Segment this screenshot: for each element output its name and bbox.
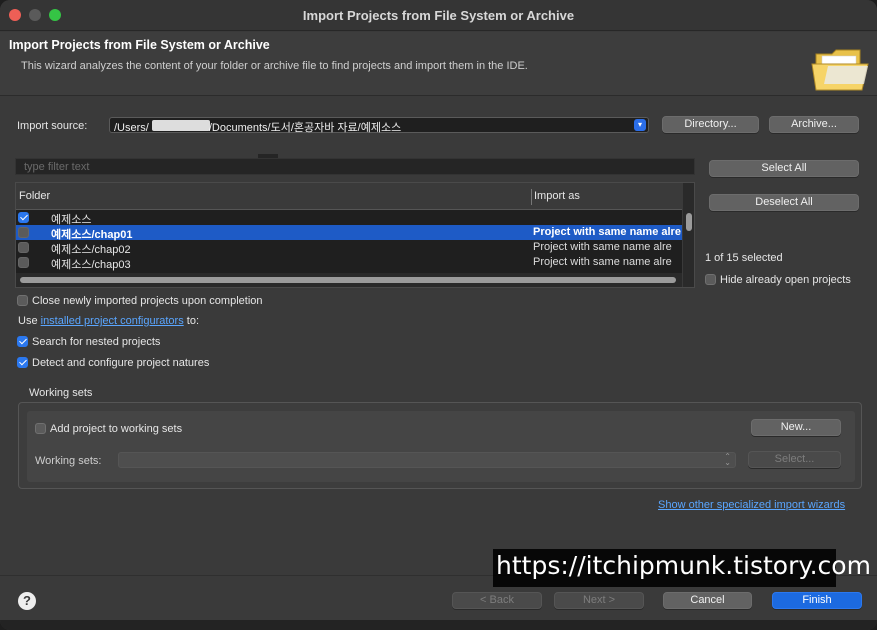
column-header-folder[interactable]: Folder [19, 190, 50, 202]
chevron-down-icon[interactable]: ▾ [634, 119, 646, 131]
horizontal-scroll-thumb[interactable] [20, 277, 676, 283]
row-checkbox[interactable] [18, 227, 29, 238]
select-all-button[interactable]: Select All [709, 160, 859, 177]
working-sets-group [18, 402, 862, 489]
detect-natures-label[interactable]: Detect and configure project natures [32, 357, 209, 369]
installed-configurators-link[interactable]: installed project configurators [41, 315, 184, 327]
projects-table[interactable]: Folder Import as 예제소스 예제소스/chap01 Projec… [15, 182, 695, 288]
hide-open-checkbox[interactable] [705, 274, 716, 285]
vertical-scroll-thumb[interactable] [686, 213, 692, 231]
add-to-working-sets-label[interactable]: Add project to working sets [50, 423, 182, 435]
hide-open-label[interactable]: Hide already open projects [720, 274, 851, 286]
new-working-set-button[interactable]: New... [751, 419, 841, 436]
table-horizontal-scrollbar[interactable] [16, 273, 682, 287]
close-imported-label[interactable]: Close newly imported projects upon compl… [32, 295, 263, 307]
back-button[interactable]: < Back [452, 592, 542, 609]
banner-description: This wizard analyzes the content of your… [21, 60, 528, 72]
redacted-username [152, 120, 210, 131]
selection-count: 1 of 15 selected [705, 252, 783, 264]
working-sets-select[interactable]: ⌃ ⌄ [118, 452, 736, 468]
banner-title: Import Projects from File System or Arch… [9, 38, 270, 52]
help-icon[interactable]: ? [18, 592, 36, 610]
working-sets-label: Working sets: [35, 455, 102, 467]
table-row[interactable]: 예제소스/chap03 Project with same name alre [16, 255, 682, 271]
add-to-working-sets-checkbox[interactable] [35, 423, 46, 434]
row-checkbox[interactable] [18, 257, 29, 268]
column-divider[interactable] [531, 189, 532, 205]
table-row[interactable]: 예제소스/chap01 Project with same name alre [16, 225, 682, 241]
import-source-combo[interactable]: /Users//Documents/도서/혼공자바 자료/예제소스 ▾ [109, 117, 649, 134]
table-header: Folder Import as [16, 183, 682, 210]
watermark-text: https://itchipmunk.tistory.com [496, 551, 871, 580]
title-bar: Import Projects from File System or Arch… [0, 0, 877, 31]
next-button[interactable]: Next > [554, 592, 644, 609]
filter-input[interactable]: type filter text [15, 158, 695, 175]
row-folder: 예제소스/chap03 [51, 259, 131, 271]
row-import-as: Project with same name alre [533, 256, 672, 268]
column-header-import-as[interactable]: Import as [534, 190, 580, 202]
use-prefix: Use [18, 315, 38, 327]
wizard-banner: Import Projects from File System or Arch… [0, 32, 877, 96]
import-wizard-window: Import Projects from File System or Arch… [0, 0, 877, 630]
table-row[interactable]: 예제소스/chap02 Project with same name alre [16, 240, 682, 256]
filter-placeholder: type filter text [24, 161, 90, 173]
use-suffix: to: [186, 315, 199, 327]
finish-button[interactable]: Finish [772, 592, 862, 609]
configurators-line: Use installed project configurators to: [18, 315, 199, 327]
row-checkbox[interactable] [18, 212, 29, 223]
detect-natures-checkbox[interactable] [17, 357, 28, 368]
cancel-button[interactable]: Cancel [663, 592, 752, 609]
import-source-label: Import source: [17, 120, 88, 132]
row-import-as: Project with same name alre [533, 226, 681, 238]
row-import-as: Project with same name alre [533, 241, 672, 253]
working-sets-group-label: Working sets [29, 387, 93, 399]
other-import-wizards-link[interactable]: Show other specialized import wizards [658, 499, 845, 511]
search-nested-label[interactable]: Search for nested projects [32, 336, 160, 348]
directory-button[interactable]: Directory... [662, 116, 759, 133]
table-vertical-scrollbar[interactable] [682, 183, 694, 287]
search-nested-checkbox[interactable] [17, 336, 28, 347]
close-imported-checkbox[interactable] [17, 295, 28, 306]
window-title: Import Projects from File System or Arch… [302, 8, 575, 23]
updown-icon: ⌃ ⌄ [724, 452, 731, 467]
deselect-all-button[interactable]: Deselect All [709, 194, 859, 211]
folder-icon [811, 49, 869, 91]
background-window-strip [0, 620, 877, 630]
working-sets-panel [27, 411, 855, 482]
watermark-overlay: https://itchipmunk.tistory.com [493, 549, 871, 587]
table-row[interactable]: 예제소스 [16, 210, 682, 226]
select-working-sets-button[interactable]: Select... [748, 451, 841, 468]
row-checkbox[interactable] [18, 242, 29, 253]
archive-button[interactable]: Archive... [769, 116, 859, 133]
